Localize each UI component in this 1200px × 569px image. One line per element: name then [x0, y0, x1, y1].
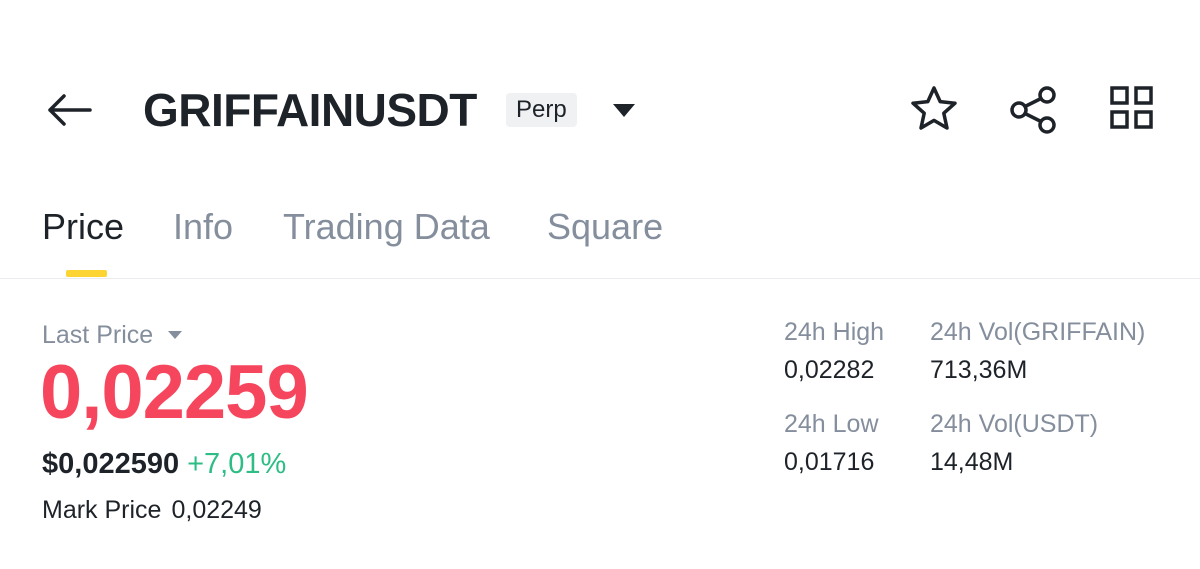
- price-change-percent: +7,01%: [187, 448, 287, 480]
- mark-price-value: 0,02249: [171, 496, 262, 524]
- stat-24h-vol-base: 24h Vol(GRIFFAIN) 713,36M: [930, 316, 1145, 386]
- caret-down-icon: [168, 331, 183, 339]
- tab-price[interactable]: Price: [42, 204, 124, 250]
- stat-label: 24h Vol(USDT): [930, 410, 1099, 438]
- stat-24h-high: 24h High 0,02282: [784, 316, 884, 386]
- top-bar: GRIFFAINUSDT Perp: [0, 70, 1200, 150]
- stat-value: 0,01716: [784, 448, 875, 476]
- caret-down-icon: [613, 104, 635, 117]
- star-outline-icon: [911, 86, 957, 130]
- share-button[interactable]: [1004, 84, 1060, 136]
- last-price-selector[interactable]: Last Price: [42, 320, 185, 350]
- stat-label: 24h Vol(GRIFFAIN): [930, 318, 1146, 346]
- symbol-title[interactable]: GRIFFAINUSDT: [143, 82, 477, 138]
- tab-square[interactable]: Square: [547, 204, 663, 250]
- grid-icon: [1110, 86, 1153, 129]
- active-tab-indicator: [66, 270, 107, 277]
- tab-bar: Price Info Trading Data Square: [0, 196, 1200, 279]
- symbol-dropdown-button[interactable]: [608, 98, 640, 122]
- stat-value: 0,02282: [784, 356, 875, 384]
- usd-price-row: $0,022590 +7,01%: [42, 446, 286, 482]
- mark-price-row: Mark Price 0,02249: [42, 494, 262, 526]
- last-price-value: 0,02259: [40, 350, 309, 435]
- stat-label: 24h High: [784, 318, 885, 346]
- last-price-label: Last Price: [42, 321, 154, 349]
- stat-label: 24h Low: [784, 410, 879, 438]
- favorite-button[interactable]: [906, 84, 962, 136]
- tab-trading-data[interactable]: Trading Data: [283, 204, 490, 250]
- more-menu-button[interactable]: [1104, 84, 1160, 136]
- tab-info[interactable]: Info: [173, 204, 233, 250]
- contract-type-badge: Perp: [506, 93, 577, 127]
- back-button[interactable]: [40, 86, 96, 134]
- stat-24h-low: 24h Low 0,01716: [784, 408, 879, 478]
- mark-price-label: Mark Price: [42, 496, 162, 524]
- arrow-left-icon: [48, 94, 92, 126]
- share-icon: [1010, 86, 1056, 134]
- stat-value: 14,48M: [930, 448, 1014, 476]
- usd-price-value: $0,022590: [42, 448, 180, 480]
- stat-24h-vol-quote: 24h Vol(USDT) 14,48M: [930, 408, 1098, 478]
- stat-value: 713,36M: [930, 356, 1028, 384]
